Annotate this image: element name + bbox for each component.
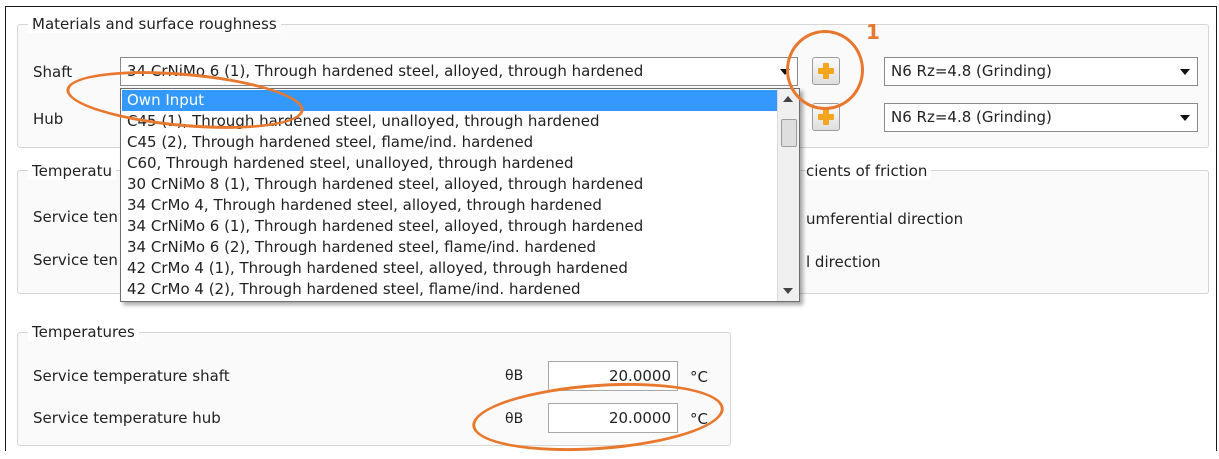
dropdown-option[interactable]: C60, Through hardened steel, unalloyed, … [122,153,777,174]
temperatures-group-title: Temperatures [28,323,139,341]
friction-circumferential-label: umferential direction [806,210,964,228]
shaft-label: Shaft [33,63,73,81]
scroll-up-icon[interactable] [783,96,793,102]
dropdown-option[interactable]: 34 CrNiMo 6 (1), Through hardened steel,… [122,216,777,237]
hub-roughness-select[interactable]: N6 Rz=4.8 (Grinding) [884,103,1198,132]
dropdown-option[interactable]: 30 CrNiMo 8 (1), Through hardened steel,… [122,174,777,195]
scrollbar-thumb[interactable] [781,119,797,147]
callout-number: 1 [866,20,880,44]
highlight-plus-button-ellipse [786,30,864,110]
shaft-roughness-select[interactable]: N6 Rz=4.8 (Grinding) [884,57,1198,86]
scroll-down-icon[interactable] [783,288,793,294]
theta-symbol-shaft: θB [505,368,524,384]
dropdown-option[interactable]: C45 (2), Through hardened steel, flame/i… [122,132,777,153]
hub-roughness-value: N6 Rz=4.8 (Grinding) [891,108,1052,126]
chevron-down-icon [1180,69,1190,75]
dropdown-option[interactable]: 42 CrMo 4 (1), Through hardened steel, a… [122,258,777,279]
hub-label: Hub [33,110,64,128]
chevron-down-icon [1180,115,1190,121]
friction-group-title: cients of friction [806,162,932,180]
dropdown-option[interactable]: 42 CrMo 4 (2), Through hardened steel, f… [122,279,777,300]
hidden-service-temp-hub-label: Service ten [33,251,118,269]
friction-axial-label: l direction [806,253,881,271]
hidden-service-temp-shaft-label: Service ten [33,208,118,226]
hidden-temperature-group-title: Temperatu [28,162,116,180]
dropdown-scrollbar[interactable] [777,89,799,301]
dropdown-option[interactable]: 34 CrNiMo 6 (2), Through hardened steel,… [122,237,777,258]
plus-icon [818,109,834,125]
shaft-roughness-value: N6 Rz=4.8 (Grinding) [891,62,1052,80]
service-temp-hub-label: Service temperature hub [33,409,221,427]
service-temp-shaft-label: Service temperature shaft [33,367,230,385]
unit-shaft: °C [690,368,708,386]
dropdown-option[interactable]: 34 CrMo 4, Through hardened steel, alloy… [122,195,777,216]
materials-group-title: Materials and surface roughness [28,15,281,33]
